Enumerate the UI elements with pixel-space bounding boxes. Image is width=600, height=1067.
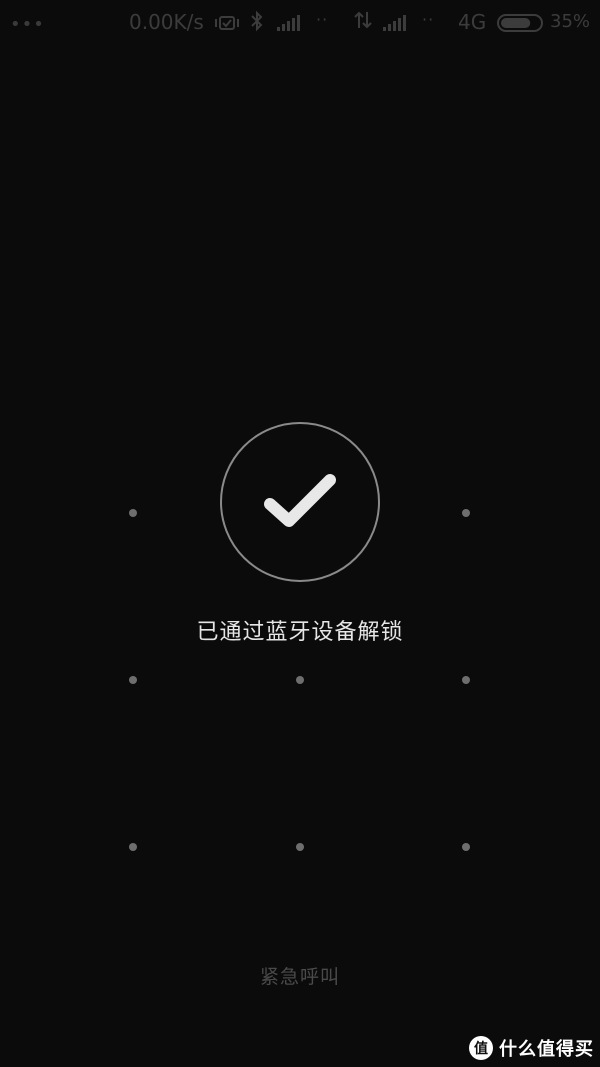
unlock-success-circle: [220, 422, 380, 582]
pattern-dot[interactable]: [462, 509, 470, 517]
pattern-dot[interactable]: [462, 843, 470, 851]
battery-icon: [497, 12, 545, 38]
notification-more-indicator: •••: [10, 14, 45, 35]
signal-icon: [276, 12, 304, 38]
signal-dots: ··: [422, 10, 435, 29]
status-bar: ••• 0.00K/s ·· ·· 4G 35%: [0, 0, 600, 44]
bluetooth-icon: [249, 10, 265, 38]
pattern-dot[interactable]: [296, 676, 304, 684]
watermark: 值 什么值得买: [469, 1034, 594, 1062]
pattern-dot[interactable]: [129, 509, 137, 517]
unlock-message: 已通过蓝牙设备解锁: [196, 620, 404, 645]
checkmark-icon: [264, 474, 336, 527]
signal-dots: ··: [316, 10, 329, 29]
pattern-dot[interactable]: [129, 676, 137, 684]
emergency-call-button[interactable]: 紧急呼叫: [240, 960, 360, 994]
lock-screen: ••• 0.00K/s ·· ·· 4G 35% 已通过蓝牙设备解锁 紧急呼叫 …: [0, 0, 600, 1067]
pattern-dot[interactable]: [129, 843, 137, 851]
vibrate-icon: [214, 12, 240, 38]
battery-percentage: 35%: [550, 11, 591, 32]
pattern-dot[interactable]: [462, 676, 470, 684]
signal-icon: [382, 12, 410, 38]
network-speed: 0.00K/s: [129, 10, 204, 34]
pattern-dot[interactable]: [296, 843, 304, 851]
network-type: 4G: [458, 10, 487, 34]
mobile-data-icon: [352, 10, 374, 36]
watermark-logo: 值: [469, 1036, 493, 1060]
watermark-text: 什么值得买: [499, 1039, 594, 1060]
